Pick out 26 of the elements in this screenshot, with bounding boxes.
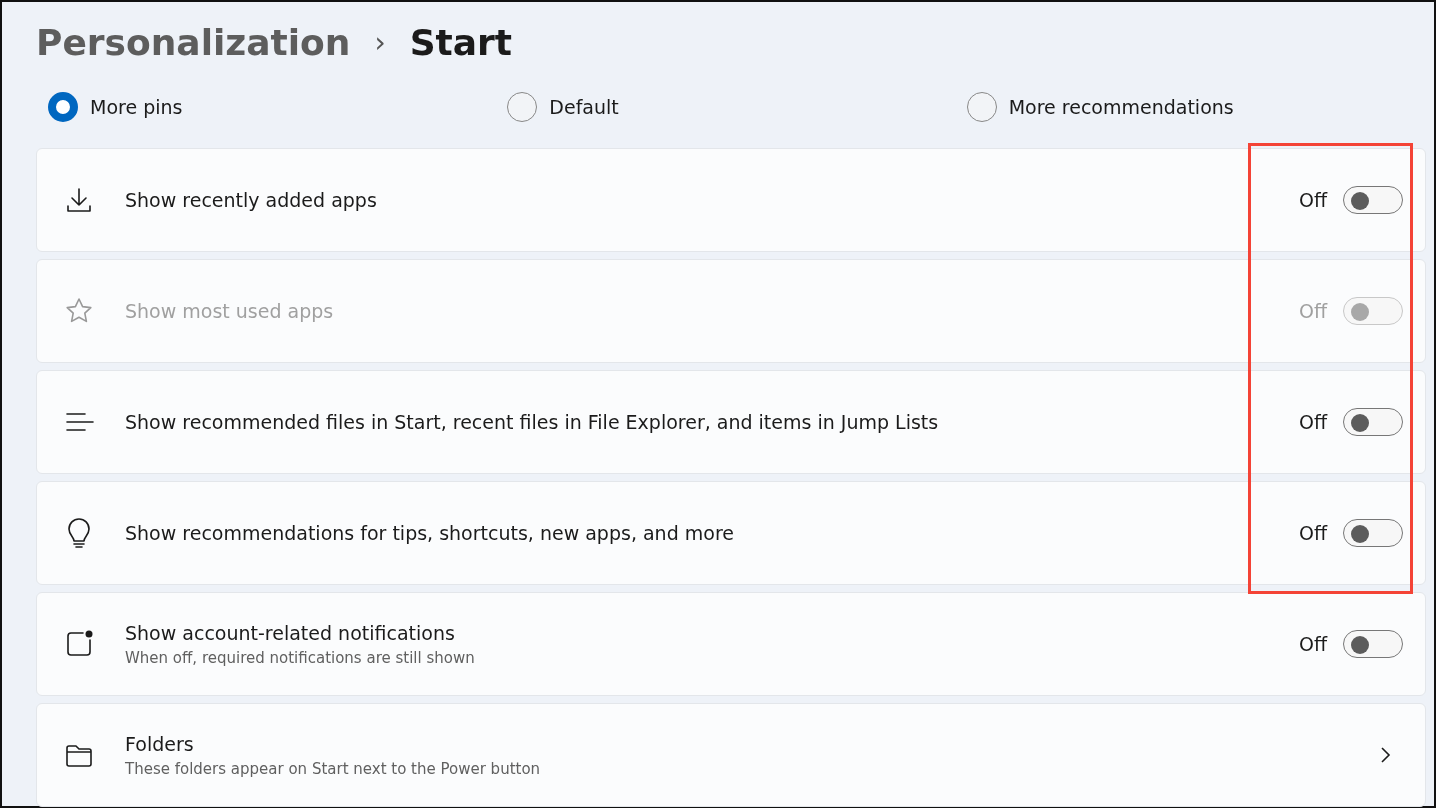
radio-label[interactable]: Default	[549, 92, 619, 122]
toggle-state-text: Off	[1298, 298, 1327, 324]
setting-label: Folders	[125, 731, 195, 757]
toggle-state-text: Off	[1298, 520, 1327, 546]
toggle-state-text: Off	[1298, 409, 1327, 435]
toggle-switch[interactable]	[1343, 630, 1403, 658]
setting-description: When off, required notifications are still shown	[125, 648, 476, 669]
toggle-switch[interactable]	[1343, 186, 1403, 214]
radio-button[interactable]	[966, 92, 997, 122]
breadcrumb-parent[interactable]: Personalization	[36, 16, 351, 70]
radio-button[interactable]	[48, 92, 78, 122]
setting-label: Show most used apps	[125, 298, 335, 324]
toggle-state-text: Off	[1298, 631, 1327, 657]
setting-label: Show recently added apps	[125, 187, 378, 213]
radio-label[interactable]: More recommendations	[1008, 92, 1234, 122]
toggle-switch[interactable]	[1343, 519, 1403, 547]
radio-label[interactable]: More pins	[90, 92, 183, 122]
setting-label: Show recommendations for tips, shortcuts, new apps, and more	[125, 520, 735, 546]
setting-label: Show account-related notifications	[125, 620, 456, 646]
setting-description: These folders appear on Start next to the Power button	[125, 759, 542, 780]
page-title: Start	[409, 21, 513, 65]
breadcrumb-separator: ›	[374, 25, 386, 61]
radio-button[interactable]	[507, 92, 538, 122]
toggle-state-text: Off	[1298, 187, 1327, 213]
setting-label: Show recommended files in Start, recent files in File Explorer, and items in Jump Lists	[125, 409, 940, 435]
toggle-switch[interactable]	[1343, 408, 1403, 436]
